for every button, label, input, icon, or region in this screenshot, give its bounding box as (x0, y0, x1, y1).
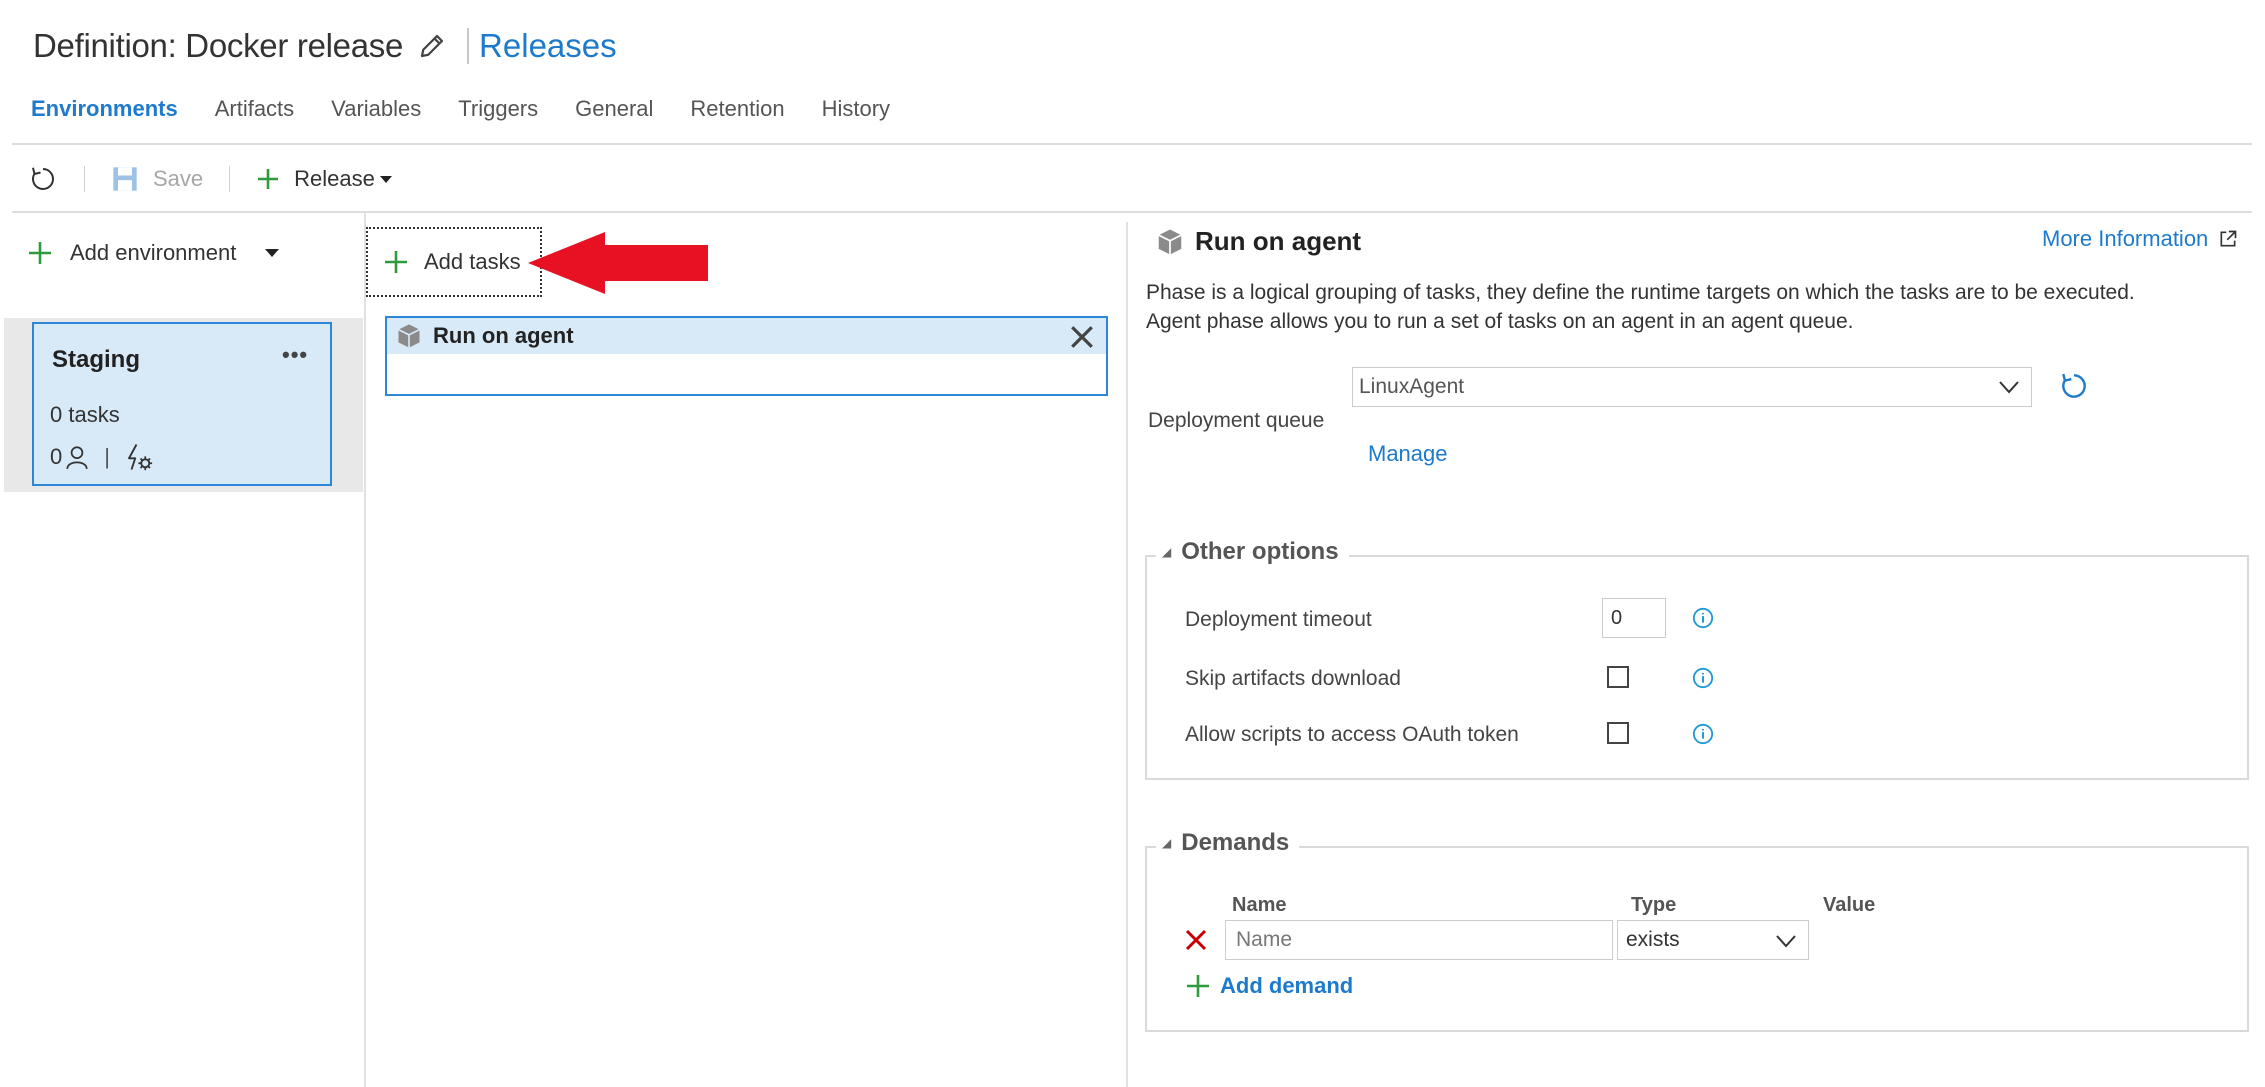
other-options-toggle[interactable]: ◢ Other options (1156, 538, 1349, 566)
manage-link[interactable]: Manage (1368, 441, 1448, 467)
chevron-down-icon (1999, 381, 2019, 394)
tab-bar: Environments Artifacts Variables Trigger… (31, 96, 927, 132)
add-demand-label: Add demand (1220, 973, 1354, 998)
save-label: Save (153, 166, 204, 191)
skip-artifacts-checkbox[interactable] (1607, 666, 1629, 688)
status-separator: | (104, 444, 110, 469)
environment-card-staging[interactable]: Staging ••• 0 tasks 0 | (32, 322, 332, 486)
more-options-icon[interactable]: ••• (282, 342, 308, 368)
pencil-icon[interactable] (417, 31, 447, 61)
toolbar: Save Release (28, 158, 393, 200)
environment-task-count: 0 tasks (50, 402, 120, 427)
more-information-label: More Information (2042, 226, 2209, 251)
plus-icon (1187, 975, 1209, 997)
environment-status-row: 0 | (50, 442, 154, 472)
deployment-timeout-input[interactable]: 0 (1602, 598, 1666, 638)
add-demand-button[interactable]: Add demand (1186, 973, 1353, 999)
description-line: Agent phase allows you to run a set of t… (1146, 310, 1854, 333)
details-header: Run on agent (1155, 226, 1361, 257)
plus-icon (385, 251, 407, 273)
page-title: Definition: Docker release (33, 27, 404, 64)
delete-icon[interactable] (1184, 928, 1208, 952)
trigger-settings-icon[interactable] (124, 442, 154, 472)
tab-artifacts[interactable]: Artifacts (215, 96, 294, 132)
tab-variables[interactable]: Variables (331, 96, 421, 132)
plus-icon (29, 242, 51, 264)
save-button[interactable]: Save (111, 165, 203, 193)
approvers-count: 0 (50, 444, 63, 469)
external-link-icon (2220, 230, 2237, 247)
demands-toggle[interactable]: ◢ Demands (1156, 829, 1300, 857)
demands-legend: Demands (1181, 829, 1290, 856)
refresh-icon[interactable] (2058, 370, 2090, 402)
save-icon (113, 167, 137, 191)
details-description: Phase is a logical grouping of tasks, th… (1146, 278, 2246, 336)
more-information-link[interactable]: More Information (2042, 226, 2238, 252)
annotation-arrow-icon (528, 232, 708, 294)
collapse-triangle-icon: ◢ (1162, 545, 1172, 559)
column-divider (364, 213, 366, 1087)
other-options-legend: Other options (1181, 538, 1339, 565)
caret-down-icon (379, 176, 392, 183)
title-separator (467, 28, 470, 64)
deployment-queue-label: Deployment queue (1148, 409, 1325, 432)
agent-box-icon (398, 324, 420, 348)
chevron-down-icon (1776, 935, 1796, 948)
tab-triggers[interactable]: Triggers (458, 96, 538, 132)
collapse-triangle-icon: ◢ (1162, 836, 1172, 850)
phase-title: Run on agent (433, 323, 574, 348)
add-environment-label: Add environment (70, 240, 237, 265)
demand-type-select[interactable]: exists (1617, 920, 1809, 960)
deployment-queue-value: LinuxAgent (1359, 375, 1465, 398)
releases-link[interactable]: Releases (479, 27, 617, 65)
details-title: Run on agent (1195, 226, 1362, 256)
add-tasks-button[interactable]: Add tasks (366, 227, 542, 297)
page-header: Definition: Docker release Releases (33, 20, 617, 72)
plus-icon (258, 169, 279, 189)
divider (12, 211, 2252, 213)
divider (12, 143, 2252, 145)
column-divider (1126, 222, 1128, 1087)
tab-environments[interactable]: Environments (31, 96, 178, 132)
deployment-timeout-label: Deployment timeout (1185, 608, 1372, 631)
demands-column-name: Name (1232, 894, 1287, 916)
allow-scripts-checkbox[interactable] (1607, 722, 1629, 744)
demands-column-type: Type (1631, 894, 1677, 916)
toolbar-separator (84, 166, 85, 192)
add-environment-button[interactable]: Add environment (28, 240, 280, 266)
info-icon[interactable] (1692, 667, 1714, 689)
tab-history[interactable]: History (822, 96, 890, 132)
tab-general[interactable]: General (575, 96, 653, 132)
tab-retention[interactable]: Retention (690, 96, 784, 132)
skip-artifacts-label: Skip artifacts download (1185, 667, 1401, 690)
info-icon[interactable] (1692, 723, 1714, 745)
toolbar-separator (229, 166, 231, 192)
agent-box-icon (1158, 229, 1182, 254)
deployment-queue-select[interactable]: LinuxAgent (1352, 367, 2032, 407)
allow-scripts-label: Allow scripts to access OAuth token (1185, 723, 1519, 746)
demands-column-value: Value (1823, 894, 1876, 916)
person-icon[interactable] (64, 444, 90, 470)
environment-name: Staging (52, 346, 140, 373)
caret-down-icon[interactable] (264, 248, 280, 258)
phase-run-on-agent[interactable]: Run on agent (385, 316, 1108, 396)
release-button[interactable]: Release (256, 166, 393, 192)
add-tasks-label: Add tasks (424, 249, 521, 274)
phase-header: Run on agent (387, 318, 1106, 354)
close-icon[interactable] (1069, 324, 1095, 350)
description-line: Phase is a logical grouping of tasks, th… (1146, 281, 2135, 304)
demand-type-value: exists (1626, 928, 1680, 951)
release-label: Release (294, 166, 375, 191)
demand-name-input[interactable]: Name (1225, 920, 1613, 960)
refresh-icon[interactable] (28, 164, 58, 194)
info-icon[interactable] (1692, 607, 1714, 629)
